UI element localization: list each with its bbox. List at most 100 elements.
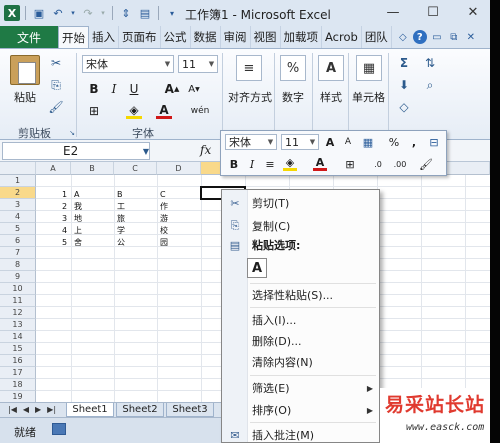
prev-sheet-icon[interactable]: ◀ bbox=[23, 405, 29, 414]
font-size-select[interactable]: 11 ▼ bbox=[178, 55, 218, 73]
column-header[interactable]: B bbox=[71, 162, 114, 175]
mini-increase-decimal-icon[interactable]: .0 bbox=[371, 157, 385, 171]
fill-icon[interactable]: ⬇ bbox=[396, 77, 412, 93]
cell[interactable]: A bbox=[74, 188, 79, 200]
insert-function-icon[interactable]: fx bbox=[200, 143, 211, 157]
cell[interactable]: 地 bbox=[74, 212, 82, 224]
last-sheet-icon[interactable]: ▶| bbox=[47, 405, 56, 414]
mini-fill-color-icon[interactable]: ◈ bbox=[283, 156, 297, 171]
row-header[interactable]: 16 bbox=[0, 355, 36, 367]
tab-data[interactable]: 数据 bbox=[191, 26, 221, 48]
cut-icon[interactable]: ✂ bbox=[48, 55, 64, 71]
redo-icon[interactable]: ↷ bbox=[80, 5, 96, 21]
redo-dropdown-icon[interactable]: ▾ bbox=[99, 5, 107, 21]
mini-shrink-font-button[interactable]: A bbox=[341, 135, 355, 149]
mini-comma-button[interactable]: , bbox=[407, 135, 421, 149]
tab-acrobat[interactable]: Acrob bbox=[322, 26, 362, 48]
tab-team[interactable]: 团队 bbox=[362, 26, 392, 48]
close-icon[interactable]: ✕ bbox=[462, 2, 484, 22]
row-header[interactable]: 9 bbox=[0, 271, 36, 283]
row-header[interactable]: 10 bbox=[0, 283, 36, 295]
cell[interactable]: 我 bbox=[74, 200, 82, 212]
cell[interactable]: 4 bbox=[62, 224, 67, 236]
mini-font-size-select[interactable]: 11 ▼ bbox=[281, 134, 319, 150]
undo-dropdown-icon[interactable]: ▾ bbox=[69, 5, 77, 21]
alignment-icon[interactable]: ≡ bbox=[236, 55, 262, 81]
tab-review[interactable]: 审阅 bbox=[221, 26, 251, 48]
cell[interactable]: 学 bbox=[117, 224, 125, 236]
window-restore-icon[interactable]: ⧉ bbox=[447, 30, 461, 44]
number-button-label[interactable]: 数字 bbox=[282, 89, 304, 105]
save-icon[interactable]: ▣ bbox=[31, 5, 47, 21]
tab-insert[interactable]: 插入 bbox=[89, 26, 119, 48]
row-header[interactable]: 3 bbox=[0, 199, 36, 211]
cell[interactable]: B bbox=[117, 188, 123, 200]
menu-item-copy[interactable]: ⎘ 复制(C) bbox=[222, 216, 379, 236]
cells-icon[interactable]: ▦ bbox=[356, 55, 382, 81]
cell[interactable]: 游 bbox=[160, 212, 168, 224]
menu-item-clear-contents[interactable]: 清除内容(N) bbox=[222, 352, 379, 372]
menu-item-paste-special[interactable]: 选择性粘贴(S)... bbox=[222, 285, 379, 305]
mini-bold-button[interactable]: B bbox=[227, 157, 241, 171]
row-header[interactable]: 7 bbox=[0, 247, 36, 259]
bold-button[interactable]: B bbox=[86, 81, 102, 97]
cell[interactable]: 上 bbox=[74, 224, 82, 236]
cell[interactable]: 2 bbox=[62, 200, 67, 212]
mini-grow-font-button[interactable]: A bbox=[323, 135, 337, 149]
name-box-dropdown-icon[interactable]: ▼ bbox=[138, 143, 154, 159]
cell[interactable]: 公 bbox=[117, 236, 125, 248]
tab-formulas[interactable]: 公式 bbox=[161, 26, 191, 48]
column-header[interactable]: A bbox=[36, 162, 71, 175]
row-header[interactable]: 1 bbox=[0, 175, 36, 187]
menu-item-sort[interactable]: 排序(O) ▶ bbox=[222, 400, 379, 420]
mini-borders-icon[interactable]: ⊞ bbox=[343, 157, 357, 171]
row-header[interactable]: 6 bbox=[0, 235, 36, 247]
column-header[interactable]: C bbox=[114, 162, 157, 175]
row-header[interactable]: 19 bbox=[0, 391, 36, 402]
paste-option-keep-formatting[interactable]: A bbox=[247, 258, 267, 278]
mini-number-format-icon[interactable]: ▦ bbox=[361, 135, 375, 149]
row-header[interactable]: 2 bbox=[0, 187, 36, 199]
menu-item-insert[interactable]: 插入(I)... bbox=[222, 310, 379, 330]
format-painter-icon[interactable]: 🖌 bbox=[48, 99, 64, 115]
cell[interactable]: 1 bbox=[62, 188, 67, 200]
cell[interactable]: 旅 bbox=[117, 212, 125, 224]
mini-font-name-select[interactable]: 宋体 ▼ bbox=[225, 134, 277, 150]
cells-button-label[interactable]: 单元格 bbox=[352, 89, 385, 105]
alignment-button-label[interactable]: 对齐方式 bbox=[228, 89, 272, 105]
undo-icon[interactable]: ↶ bbox=[50, 5, 66, 21]
excel-logo-icon[interactable]: X bbox=[4, 5, 20, 21]
mini-percent-button[interactable]: % bbox=[387, 135, 401, 149]
borders-icon[interactable]: ⊞ bbox=[86, 103, 102, 119]
grow-font-button[interactable]: A ▲ bbox=[164, 81, 180, 97]
row-header[interactable]: 12 bbox=[0, 307, 36, 319]
tab-view[interactable]: 视图 bbox=[251, 26, 281, 48]
collapse-ribbon-icon[interactable]: ◇ bbox=[396, 30, 410, 44]
row-header[interactable]: 14 bbox=[0, 331, 36, 343]
cell[interactable]: 工 bbox=[117, 200, 125, 212]
sheet-tab-3[interactable]: Sheet3 bbox=[166, 403, 214, 417]
cell[interactable]: 5 bbox=[62, 236, 67, 248]
maximize-icon[interactable]: ☐ bbox=[422, 2, 444, 22]
sort-filter-icon[interactable]: ⇅ bbox=[422, 55, 438, 71]
tab-file[interactable]: 文件 bbox=[0, 26, 58, 48]
mini-merge-icon[interactable]: ⊟ bbox=[427, 135, 441, 149]
close-workbook-icon[interactable]: ✕ bbox=[464, 30, 478, 44]
clear-icon[interactable]: ◇ bbox=[396, 99, 412, 115]
sort-icon[interactable]: ⇕ bbox=[118, 5, 134, 21]
help-icon[interactable]: ? bbox=[412, 30, 427, 44]
row-header[interactable]: 15 bbox=[0, 343, 36, 355]
cell[interactable]: 园 bbox=[160, 236, 168, 248]
tab-page-layout[interactable]: 页面布 bbox=[119, 26, 161, 48]
row-header[interactable]: 11 bbox=[0, 295, 36, 307]
mini-italic-button[interactable]: I bbox=[245, 157, 259, 171]
find-select-icon[interactable]: ⌕ bbox=[422, 77, 438, 93]
cell[interactable]: 3 bbox=[62, 212, 67, 224]
phonetic-icon[interactable]: wén bbox=[191, 103, 210, 119]
mini-decrease-decimal-icon[interactable]: .00 bbox=[393, 157, 407, 171]
italic-button[interactable]: I bbox=[106, 81, 122, 97]
row-header[interactable]: 17 bbox=[0, 367, 36, 379]
sheet-tab-2[interactable]: Sheet2 bbox=[116, 403, 164, 417]
clipboard-launcher-icon[interactable]: ↘ bbox=[64, 125, 80, 141]
row-header[interactable]: 4 bbox=[0, 211, 36, 223]
